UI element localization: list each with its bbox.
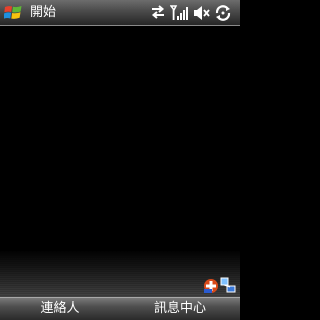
start-label: 開始 bbox=[30, 5, 57, 20]
title-bar: 開始 bbox=[0, 0, 240, 26]
signal-strength-icon[interactable] bbox=[170, 4, 188, 22]
connectivity-arrows-icon[interactable] bbox=[150, 4, 166, 20]
notification-icon[interactable] bbox=[202, 277, 220, 294]
softkey-bar: 連絡人 訊息中心 bbox=[0, 297, 240, 320]
device-connection-icon[interactable] bbox=[220, 277, 236, 294]
softkey-right-messaging[interactable]: 訊息中心 bbox=[120, 298, 240, 320]
today-screen-footer bbox=[0, 251, 240, 297]
start-button[interactable]: 開始 bbox=[0, 0, 110, 26]
windows-logo-icon bbox=[4, 6, 22, 19]
softkey-left-contacts[interactable]: 連絡人 bbox=[0, 298, 120, 320]
sync-icon[interactable] bbox=[214, 4, 232, 22]
status-icons bbox=[130, 0, 240, 26]
notification-tray[interactable] bbox=[202, 277, 236, 294]
volume-muted-icon[interactable] bbox=[192, 4, 210, 22]
